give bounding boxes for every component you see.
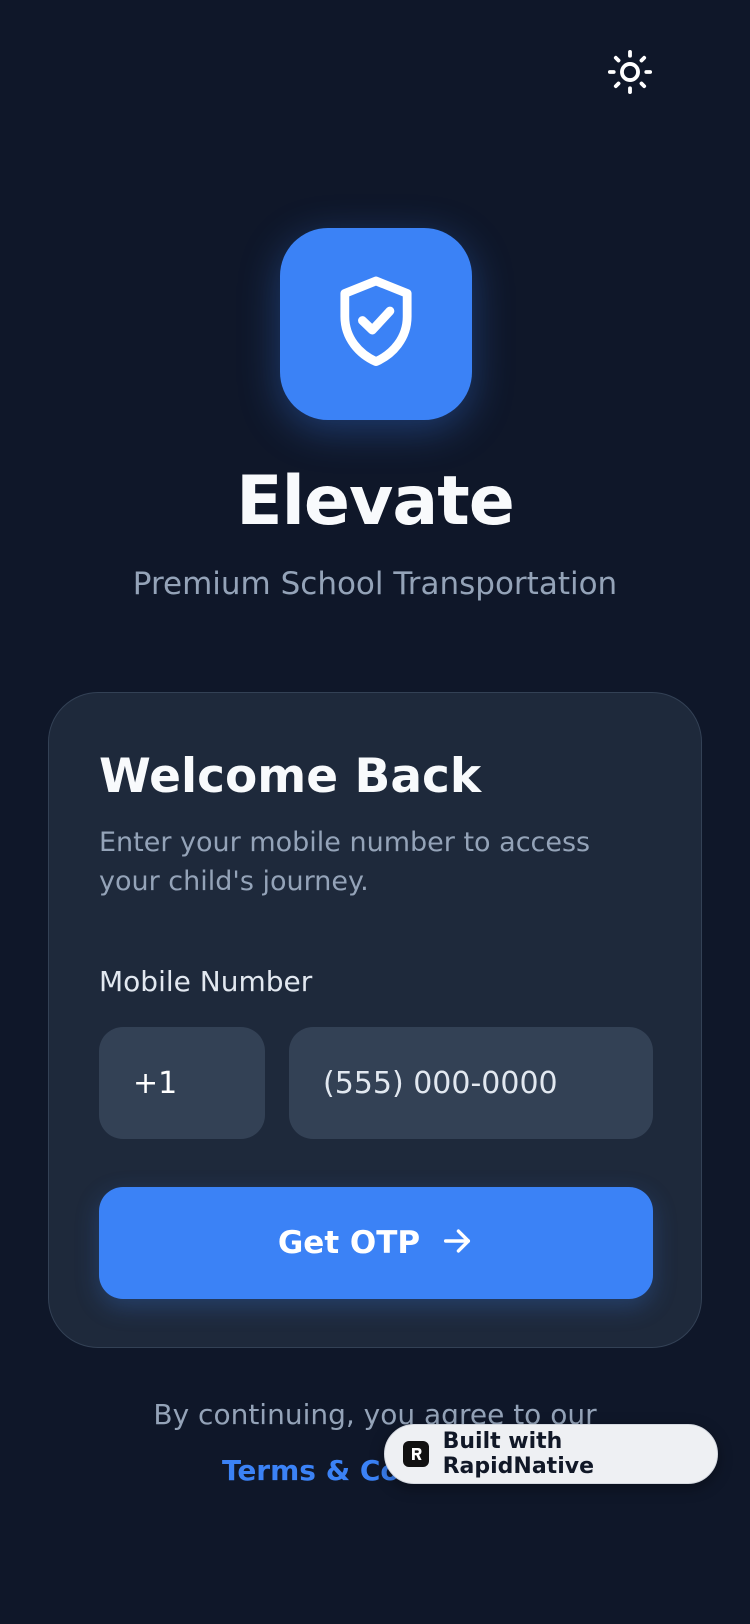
rapidnative-logo-icon	[403, 1441, 429, 1467]
login-screen: Elevate Premium School Transportation We…	[0, 0, 750, 1624]
badge-label: Built with RapidNative	[442, 1429, 594, 1479]
card-title: Welcome Back	[99, 749, 482, 804]
mobile-number-label: Mobile Number	[99, 965, 313, 998]
get-otp-label: Get OTP	[277, 1225, 421, 1261]
country-code-selector[interactable]: +1	[99, 1027, 265, 1139]
get-otp-button[interactable]: Get OTP	[99, 1187, 653, 1299]
card-description: Enter your mobile number to access your …	[99, 827, 591, 897]
built-with-badge[interactable]: Built with RapidNative	[384, 1424, 718, 1484]
login-card: Welcome Back Enter your mobile number to…	[48, 692, 702, 1348]
theme-toggle-button[interactable]	[604, 48, 656, 100]
country-code-value: +1	[133, 1065, 178, 1101]
phone-number-input[interactable]	[289, 1027, 653, 1139]
arrow-right-icon	[440, 1224, 474, 1262]
app-logo	[280, 228, 472, 420]
app-subtitle: Premium School Transportation	[132, 566, 618, 602]
sun-icon	[607, 49, 653, 99]
app-title: Elevate	[236, 462, 515, 541]
shield-check-icon	[332, 274, 420, 374]
